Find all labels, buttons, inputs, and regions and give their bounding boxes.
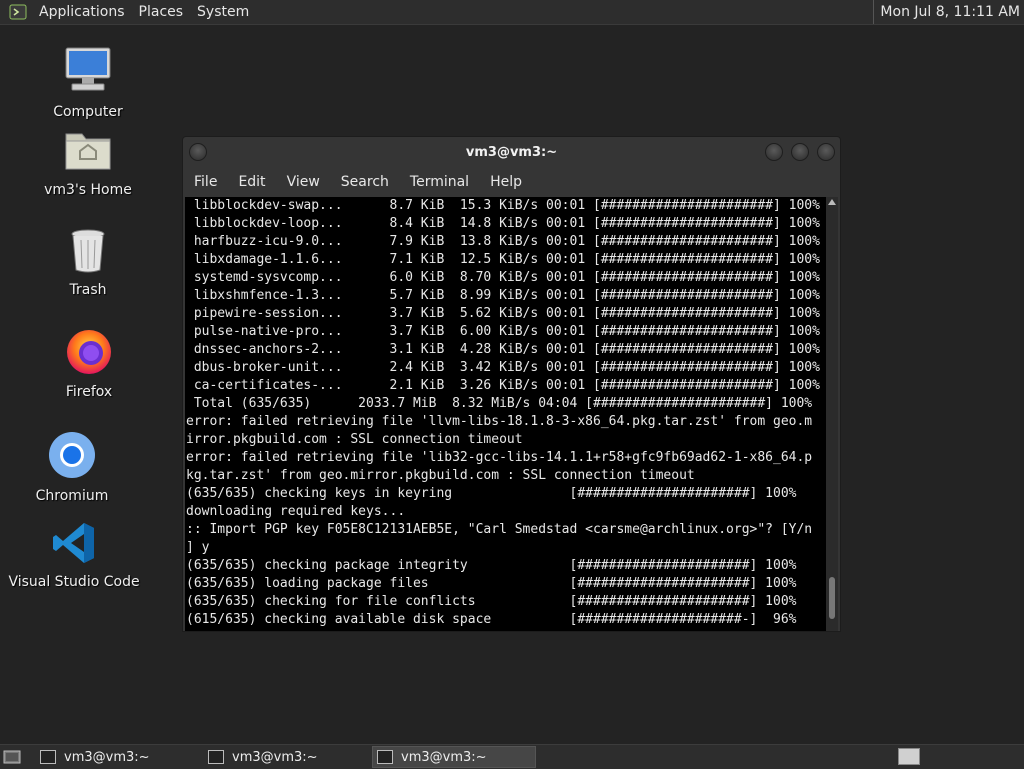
terminal-line: ] y	[186, 540, 210, 555]
taskbar-item-label: vm3@vm3:~	[64, 749, 150, 765]
terminal-line: irror.pkgbuild.com : SSL connection time…	[186, 432, 523, 447]
desktop-icon-label: Visual Studio Code	[8, 574, 140, 590]
taskbar-item-label: vm3@vm3:~	[401, 749, 487, 765]
terminal-line: pipewire-session... 3.7 KiB 5.62 KiB/s 0…	[186, 306, 820, 321]
home-folder-icon	[63, 126, 113, 178]
terminal-output[interactable]: libblockdev-swap... 8.7 KiB 15.3 KiB/s 0…	[185, 197, 826, 631]
menu-help[interactable]: Help	[470, 174, 522, 190]
terminal-icon	[208, 750, 224, 764]
terminal-line: (635/635) checking for file conflicts [#…	[186, 594, 797, 609]
maximize-button[interactable]	[791, 143, 809, 161]
menu-file[interactable]: File	[183, 174, 217, 190]
terminal-line: systemd-sysvcomp... 6.0 KiB 8.70 KiB/s 0…	[186, 270, 820, 285]
terminal-line: :: Import PGP key F05E8C12131AEB5E, "Car…	[186, 522, 813, 537]
desktop-icon-home[interactable]: vm3's Home	[28, 126, 148, 198]
terminal-menubar: File Edit View Search Terminal Help	[183, 169, 840, 195]
vscode-icon	[51, 520, 97, 570]
desktop-icon-vscode[interactable]: Visual Studio Code	[8, 520, 140, 590]
desktop-icon-firefox[interactable]: Firefox	[29, 326, 149, 400]
terminal-line: error: failed retrieving file 'lib32-gcc…	[186, 450, 813, 465]
window-titlebar[interactable]: vm3@vm3:~	[183, 137, 840, 167]
firefox-icon	[64, 326, 114, 380]
trash-icon	[68, 228, 108, 278]
desktop-icon-label: Firefox	[65, 384, 113, 400]
computer-icon	[62, 44, 114, 100]
minimize-button[interactable]	[765, 143, 783, 161]
desktop-icon-computer[interactable]: Computer	[28, 44, 148, 120]
terminal-line: dbus-broker-unit... 2.4 KiB 3.42 KiB/s 0…	[186, 360, 820, 375]
terminal-line: dnssec-anchors-2... 3.1 KiB 4.28 KiB/s 0…	[186, 342, 820, 357]
desktop-icon-label: vm3's Home	[44, 182, 132, 198]
taskbar-item[interactable]: vm3@vm3:~	[204, 746, 368, 768]
applications-menu-icon[interactable]	[8, 3, 28, 21]
taskbar-item[interactable]: vm3@vm3:~	[36, 746, 200, 768]
terminal-line: downloading required keys...	[186, 504, 406, 519]
terminal-window[interactable]: vm3@vm3:~ File Edit View Search Terminal…	[182, 136, 841, 632]
terminal-line: Total (635/635) 2033.7 MiB 8.32 MiB/s 04…	[186, 396, 813, 411]
scroll-up-arrow-icon[interactable]	[828, 199, 836, 205]
terminal-line: (615/635) checking available disk space …	[186, 612, 797, 627]
terminal-icon	[40, 750, 56, 764]
desktop-icon-label: Trash	[69, 282, 107, 298]
terminal-line: kg.tar.zst' from geo.mirror.pkgbuild.com…	[186, 468, 695, 483]
workspace-switcher[interactable]	[898, 748, 920, 765]
terminal-scrollbar[interactable]	[826, 197, 838, 631]
window-menu-button[interactable]	[189, 143, 207, 161]
terminal-line: libblockdev-loop... 8.4 KiB 14.8 KiB/s 0…	[186, 216, 820, 231]
desktop-icon-trash[interactable]: Trash	[28, 228, 148, 298]
terminal-line: libxshmfence-1.3... 5.7 KiB 8.99 KiB/s 0…	[186, 288, 820, 303]
close-button[interactable]	[817, 143, 835, 161]
terminal-icon	[377, 750, 393, 764]
menu-terminal[interactable]: Terminal	[390, 174, 469, 190]
desktop-icon-label: Chromium	[35, 488, 109, 504]
menu-view[interactable]: View	[267, 174, 320, 190]
bottom-taskbar: vm3@vm3:~ vm3@vm3:~ vm3@vm3:~	[0, 744, 1024, 769]
terminal-line: error: failed retrieving file 'llvm-libs…	[186, 414, 813, 429]
terminal-line: libxdamage-1.1.6... 7.1 KiB 12.5 KiB/s 0…	[186, 252, 820, 267]
show-desktop-icon[interactable]	[2, 748, 22, 766]
terminal-line: harfbuzz-icu-9.0... 7.9 KiB 13.8 KiB/s 0…	[186, 234, 820, 249]
terminal-line: pulse-native-pro... 3.7 KiB 6.00 KiB/s 0…	[186, 324, 820, 339]
terminal-line: ca-certificates-... 2.1 KiB 3.26 KiB/s 0…	[186, 378, 820, 393]
chromium-icon	[47, 430, 97, 484]
terminal-line: (635/635) loading package files [#######…	[186, 576, 797, 591]
places-menu[interactable]: Places	[132, 4, 191, 20]
system-menu[interactable]: System	[190, 4, 256, 20]
terminal-line: (635/635) checking package integrity [##…	[186, 558, 797, 573]
desktop-icon-chromium[interactable]: Chromium	[12, 430, 132, 504]
window-title: vm3@vm3:~	[465, 144, 558, 160]
taskbar-item-active[interactable]: vm3@vm3:~	[372, 746, 536, 768]
menu-search[interactable]: Search	[321, 174, 389, 190]
desktop-icon-label: Computer	[53, 104, 123, 120]
taskbar-item-label: vm3@vm3:~	[232, 749, 318, 765]
terminal-line: (635/635) checking keys in keyring [####…	[186, 486, 797, 501]
menu-edit[interactable]: Edit	[218, 174, 265, 190]
top-panel: Applications Places System Mon Jul 8, 11…	[0, 0, 1024, 25]
scrollbar-thumb[interactable]	[829, 577, 835, 619]
clock[interactable]: Mon Jul 8, 11:11 AM	[873, 0, 1024, 24]
terminal-line: libblockdev-swap... 8.7 KiB 15.3 KiB/s 0…	[186, 198, 820, 213]
applications-menu[interactable]: Applications	[32, 4, 132, 20]
